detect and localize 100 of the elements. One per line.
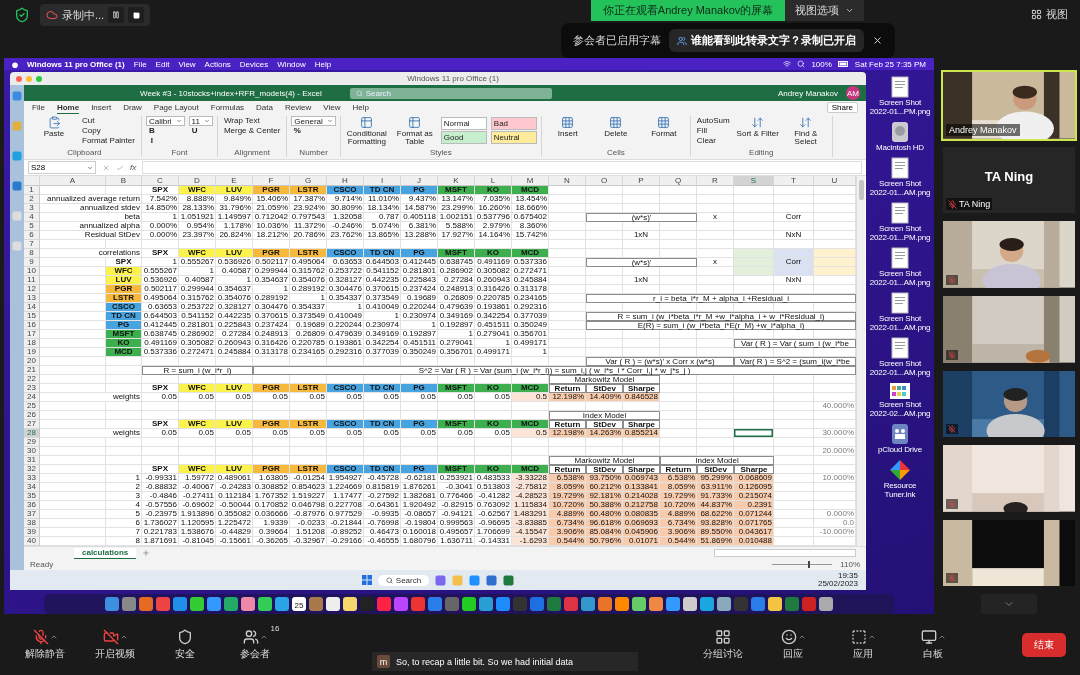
app-icon[interactable] xyxy=(581,597,595,611)
cancel-icon[interactable] xyxy=(102,163,110,172)
ribbon-button[interactable]: Cut xyxy=(80,116,137,126)
app-icon[interactable] xyxy=(207,597,221,611)
app-icon[interactable] xyxy=(547,597,561,611)
app-icon[interactable] xyxy=(156,597,170,611)
ribbon-tab[interactable]: View xyxy=(323,103,341,114)
end-button[interactable]: 结束 xyxy=(1022,632,1066,657)
function-label[interactable]: fx xyxy=(130,163,137,172)
ribbon-tab[interactable]: Page Layout xyxy=(153,103,199,114)
ribbon-button[interactable]: Wrap Text xyxy=(221,116,283,126)
taskbar-app-icon[interactable] xyxy=(435,574,447,586)
desktop-icon-label[interactable]: Screen Shot 2022-01...PM.png xyxy=(869,98,931,116)
app-icon[interactable] xyxy=(343,597,357,611)
close-dot[interactable] xyxy=(16,75,22,82)
font-style-button[interactable]: B xyxy=(145,126,158,136)
ribbon-tab[interactable]: Data xyxy=(256,103,273,114)
taskbar-app-icon[interactable] xyxy=(486,574,498,586)
desktop-icon-label[interactable]: Screen Shot 2022-01...AM.png xyxy=(869,179,931,197)
ribbon-tab[interactable]: Review xyxy=(285,103,312,114)
app-icon[interactable] xyxy=(360,597,374,611)
row-number[interactable]: 1 xyxy=(24,186,40,195)
app-icon[interactable] xyxy=(496,597,510,611)
ribbon-tab[interactable]: Draw xyxy=(123,103,142,114)
ribbon-tab[interactable]: Formulas xyxy=(210,103,245,114)
desktop-icon-label[interactable]: pCloud Drive xyxy=(878,445,922,454)
ribbon-tab[interactable]: Insert xyxy=(91,103,112,114)
column-letter[interactable]: A xyxy=(40,176,106,186)
app-icon[interactable] xyxy=(717,597,731,611)
font-style-button[interactable]: U xyxy=(188,126,201,136)
column-letter[interactable]: E xyxy=(216,176,253,186)
add-sheet-icon[interactable] xyxy=(142,549,151,557)
row-number[interactable]: 7 xyxy=(24,240,40,249)
user-avatar[interactable]: AM xyxy=(846,86,860,100)
cell-style[interactable]: Normal xyxy=(440,117,487,130)
ribbon-button[interactable]: Format xyxy=(641,116,686,147)
ribbon-button[interactable]: Merge & Center xyxy=(221,126,283,136)
column-letter[interactable]: P xyxy=(623,176,660,186)
row-number[interactable]: 4 xyxy=(24,213,40,222)
font-style-button[interactable]: I xyxy=(145,136,158,146)
taskbar-app-icon[interactable] xyxy=(469,574,481,586)
menu-item[interactable]: Devices xyxy=(239,59,269,69)
toolbar-button[interactable]: 回应 xyxy=(762,627,824,662)
column-letter[interactable]: U xyxy=(814,176,856,186)
ribbon-tab[interactable]: Help xyxy=(352,103,369,114)
ribbon-button[interactable]: Insert xyxy=(545,116,590,147)
column-letter[interactable]: F xyxy=(253,176,290,186)
ribbon-button[interactable]: Sort & Filter xyxy=(735,116,780,147)
desktop-icon-label[interactable]: Macintosh HD xyxy=(876,143,924,152)
horizontal-scrollbar[interactable] xyxy=(714,549,856,557)
name-box[interactable]: S28 xyxy=(28,161,96,174)
taskbar-search[interactable]: Search xyxy=(377,574,430,586)
menu-item[interactable]: View xyxy=(178,59,196,69)
app-icon[interactable] xyxy=(309,597,323,611)
ribbon-button[interactable]: Delete xyxy=(593,116,638,147)
column-letter[interactable]: S xyxy=(734,176,774,186)
app-icon[interactable] xyxy=(105,597,119,611)
zoom-dot[interactable] xyxy=(36,75,42,82)
sheet-tab[interactable]: calculations xyxy=(74,547,137,559)
app-icon[interactable] xyxy=(122,597,136,611)
desktop-shortcut-icon[interactable] xyxy=(12,181,22,191)
app-icon[interactable] xyxy=(445,597,459,611)
transcript-link[interactable]: 谁能看到此转录文字？录制已开启 xyxy=(668,29,864,52)
desktop-icon-label[interactable]: Screen Shot 2022-01...AM.png xyxy=(869,269,931,287)
column-letter[interactable]: K xyxy=(438,176,475,186)
menu-item[interactable]: Help xyxy=(314,59,332,69)
toolbar-button[interactable]: 安全 xyxy=(154,627,216,662)
cell-style[interactable]: Bad xyxy=(490,117,537,130)
menu-item[interactable]: Windows 11 pro Office (1) xyxy=(27,59,125,69)
column-letter[interactable]: Q xyxy=(660,176,697,186)
desktop-shortcut-icon[interactable] xyxy=(12,91,22,101)
app-icon[interactable] xyxy=(173,597,187,611)
column-letter[interactable]: O xyxy=(586,176,623,186)
toolbar-button[interactable]: 分组讨论 xyxy=(692,627,754,662)
app-icon[interactable] xyxy=(649,597,663,611)
column-letter[interactable]: B xyxy=(106,176,142,186)
app-icon[interactable] xyxy=(615,597,629,611)
app-icon[interactable] xyxy=(802,597,816,611)
desktop-shortcut-icon[interactable] xyxy=(12,151,22,161)
toolbar-button[interactable]: 白板 xyxy=(902,627,964,662)
column-letter[interactable]: G xyxy=(290,176,327,186)
ribbon-button[interactable]: Copy xyxy=(80,126,137,136)
taskbar-app-icon[interactable] xyxy=(503,574,515,586)
app-icon[interactable] xyxy=(632,597,646,611)
start-icon[interactable] xyxy=(361,575,372,585)
check-icon[interactable] xyxy=(116,163,124,172)
menu-item[interactable]: Window xyxy=(277,59,306,69)
app-icon[interactable] xyxy=(462,597,476,611)
app-icon[interactable] xyxy=(190,597,204,611)
app-icon[interactable] xyxy=(683,597,697,611)
dropdown-field[interactable]: Calibri xyxy=(145,116,185,126)
app-icon[interactable] xyxy=(479,597,493,611)
app-icon[interactable] xyxy=(598,597,612,611)
view-button[interactable]: 视图 xyxy=(1025,6,1074,23)
column-letter[interactable]: M xyxy=(512,176,549,186)
column-letter[interactable]: D xyxy=(179,176,216,186)
font-style-button[interactable]: % xyxy=(291,126,304,136)
desktop-icon-label[interactable]: Screen Shot 2022-01...AM.png xyxy=(869,314,931,332)
close-icon[interactable] xyxy=(871,35,883,46)
toolbar-button[interactable]: 开启视频 xyxy=(84,627,146,662)
